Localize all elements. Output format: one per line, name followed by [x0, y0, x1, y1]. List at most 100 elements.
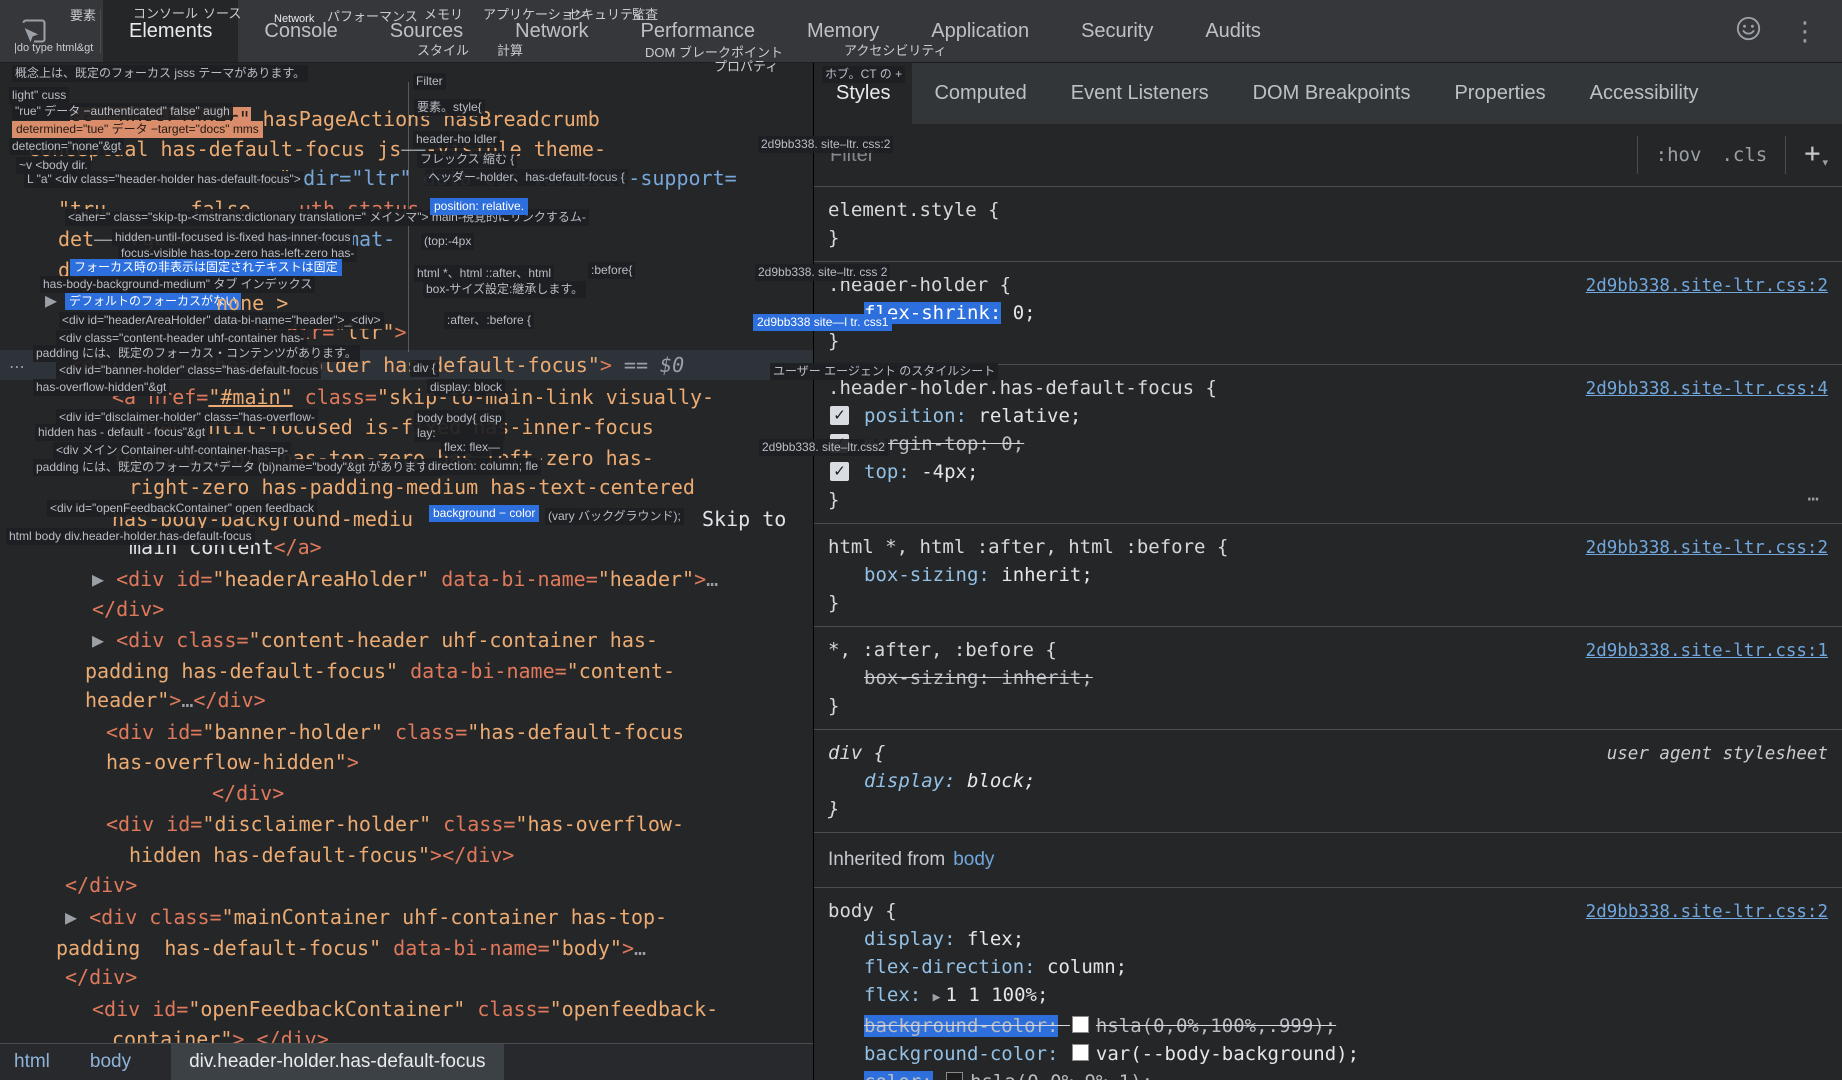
dom-tree-line[interactable]: det―――rget="――" x-ms-format- — [58, 224, 395, 254]
property-checkbox[interactable]: ✓ — [830, 406, 849, 425]
expand-arrow-icon[interactable]: ▶ — [65, 905, 89, 929]
dom-tree-line[interactable]: right-zero has-padding-medium has-text-c… — [129, 472, 695, 502]
inspect-element-button[interactable] — [16, 0, 52, 62]
property-checkbox[interactable]: ✓ — [830, 434, 849, 453]
dom-tree-line[interactable]: <div class="header-holder has-default-fo… — [70, 350, 684, 380]
dom-tree-line[interactable]: </div> — [92, 594, 164, 624]
css-selector[interactable]: div — [828, 742, 862, 764]
stylesheet-link[interactable]: 2d9bb338.site-ltr.css:1 — [1586, 637, 1828, 665]
dom-tree-line[interactable]: <div id="disclaimer-holder" class="has-o… — [106, 809, 684, 839]
property-value[interactable]: flex; — [967, 928, 1024, 950]
stylesheet-link[interactable]: 2d9bb338.site-ltr.css:2 — [1586, 534, 1828, 562]
breadcrumb-item-html[interactable]: html — [14, 1051, 50, 1073]
property-value[interactable]: relative; — [978, 405, 1081, 427]
stylesheet-link[interactable]: 2d9bb338.site-ltr.css:2 — [1586, 898, 1828, 926]
dom-tree-line[interactable]: hidden has-default-focus"></div> — [129, 840, 514, 870]
css-selector[interactable]: .header-holder — [828, 274, 988, 296]
dom-tree-line[interactable]: focus-visible has-top-zero has left-zero… — [112, 443, 654, 473]
dom-tree-line[interactable]: main content</a> — [129, 532, 322, 562]
dom-tree-line[interactable]: ▶ <head>…</head> — [45, 285, 238, 315]
dom-tree-line[interactable]: ▶ <div class="mainContainer uhf-containe… — [65, 902, 667, 932]
css-selector[interactable]: .header-holder.has-default-focus — [828, 377, 1194, 399]
property-value[interactable]: -4px; — [921, 461, 978, 483]
feedback-smiley-icon[interactable] — [1735, 15, 1762, 47]
dom-tree-line[interactable]: <a href="#main" class="skip-to-main-link… — [112, 382, 714, 412]
property-name[interactable]: background-color: — [864, 1015, 1058, 1037]
stylesheet-link[interactable]: 2d9bb338.site-ltr.css:4 — [1586, 375, 1828, 403]
dom-tree-line[interactable]: has-overflow-hidden"> — [106, 747, 359, 777]
sidebar-tab-styles[interactable]: Styles — [814, 62, 912, 124]
dom-tree-line[interactable]: ▶ <div id="headerAreaHolder" data-bi-nam… — [92, 564, 718, 594]
css-property-row[interactable]: display: flex; — [828, 925, 1828, 953]
color-swatch[interactable] — [946, 1072, 963, 1080]
dom-tree-line[interactable]: "tru―――――――false――――uth-status- — [58, 194, 431, 224]
color-swatch[interactable] — [1072, 1044, 1089, 1061]
expand-arrow-icon[interactable]: ▶ — [92, 567, 116, 591]
property-value[interactable]: hsla(0,0%,100%,.999); — [1096, 1015, 1336, 1037]
dom-tree-line[interactable]: </div> — [212, 778, 284, 808]
property-name[interactable]: flex-direction: — [864, 956, 1036, 978]
property-name[interactable]: flex: — [864, 984, 921, 1006]
property-name[interactable]: box-sizing: — [864, 564, 990, 586]
sidebar-tab-dom-breakpoints[interactable]: DOM Breakpoints — [1231, 62, 1433, 124]
tab-elements[interactable]: Elements — [103, 0, 238, 62]
sidebar-tab-properties[interactable]: Properties — [1432, 62, 1567, 124]
property-value[interactable]: 0; — [1001, 433, 1024, 455]
property-value[interactable]: inherit; — [1001, 564, 1093, 586]
property-value[interactable]: hsla(0,0%,9%,1); — [970, 1071, 1153, 1080]
property-value[interactable]: block; — [967, 770, 1036, 792]
dom-tree-line[interactable]: padding has-default-focus" data-bi-name=… — [56, 933, 646, 963]
dom-tree-line[interactable]: header">…</div> — [85, 685, 266, 715]
css-property-row[interactable]: flex: ▶ 1 1 100%; — [828, 981, 1828, 1012]
property-name[interactable]: top: — [864, 461, 910, 483]
property-name[interactable]: background-color: — [864, 1043, 1058, 1065]
tab-performance[interactable]: Performance — [615, 0, 782, 62]
tab-memory[interactable]: Memory — [781, 0, 905, 62]
dom-tree-line[interactable]: <div id="openFeedbackContainer" class="o… — [92, 994, 718, 1024]
cls-toggle-button[interactable]: .cls — [1711, 140, 1777, 170]
css-property-row[interactable]: display: block; — [828, 767, 1828, 795]
tab-sources[interactable]: Sources — [364, 0, 489, 62]
expand-arrow-icon[interactable]: ▶ — [92, 628, 116, 652]
new-rule-caret-icon[interactable]: ▾ — [1822, 156, 1828, 169]
dom-tree-line[interactable]: </div> — [65, 962, 137, 992]
expand-arrow-icon[interactable]: ▶ — [45, 288, 69, 312]
property-name[interactable]: flex-shrink: — [864, 302, 1001, 324]
property-name[interactable]: display: — [864, 770, 956, 792]
css-property-row[interactable]: background-color: hsla(0,0%,100%,.999); — [828, 1012, 1828, 1040]
property-value[interactable]: 1 1 100%; — [945, 984, 1048, 1006]
property-value[interactable]: inherit; — [1001, 667, 1093, 689]
css-selector[interactable]: body — [828, 900, 874, 922]
dom-tree-line[interactable]: padding has-default-focus" data-bi-name=… — [85, 656, 675, 686]
property-name[interactable]: position: — [864, 405, 967, 427]
dom-tree-line[interactable]: </div> — [65, 870, 137, 900]
property-value[interactable]: var(--body-background); — [1096, 1043, 1359, 1065]
hov-toggle-button[interactable]: :hov — [1646, 140, 1712, 170]
property-value[interactable]: 0; — [1013, 302, 1036, 324]
css-selector[interactable]: element.style — [828, 199, 977, 221]
color-swatch[interactable] — [1072, 1016, 1089, 1033]
dom-tree-line[interactable]: <div id="banner-holder" class="has-defau… — [106, 717, 684, 747]
property-name[interactable]: box-sizing: — [864, 667, 990, 689]
kebab-menu-icon[interactable]: ⋮ — [1792, 18, 1818, 44]
inherited-from-link[interactable]: body — [953, 849, 994, 870]
breadcrumb-item-body[interactable]: body — [90, 1051, 131, 1073]
property-name[interactable]: display: — [864, 928, 956, 950]
more-actions-button[interactable]: ⋯ — [1808, 485, 1822, 513]
css-property-row[interactable]: ✓ margin-top: 0; — [828, 430, 1828, 458]
stylesheet-link[interactable]: 2d9bb338.site-ltr.css:2 — [1586, 272, 1828, 300]
css-property-row[interactable]: box-sizing: inherit; — [828, 664, 1828, 692]
dom-tree-line[interactable]: us" dir="ltr" data-css-variable-support= — [255, 163, 737, 193]
expand-value-icon[interactable]: ▶ — [933, 990, 941, 1005]
styles-filter-input[interactable] — [828, 143, 1629, 168]
tab-application[interactable]: Application — [905, 0, 1055, 62]
dom-tree-line[interactable]: hidden-until-focused is-fixed has-inner-… — [112, 412, 654, 442]
property-checkbox[interactable]: ✓ — [830, 462, 849, 481]
property-name[interactable]: margin-top: — [864, 433, 990, 455]
sidebar-tab-computed[interactable]: Computed — [912, 62, 1048, 124]
dom-tree-line[interactable]: ▶ <div class="content-header uhf-contain… — [92, 625, 658, 655]
property-name[interactable]: color: — [864, 1071, 933, 1080]
css-property-row[interactable]: ✓ top: -4px; — [828, 458, 1828, 486]
css-selector[interactable]: *, :after, :before — [828, 639, 1034, 661]
dom-tree-line[interactable]: container">…</div> — [112, 1024, 329, 1043]
